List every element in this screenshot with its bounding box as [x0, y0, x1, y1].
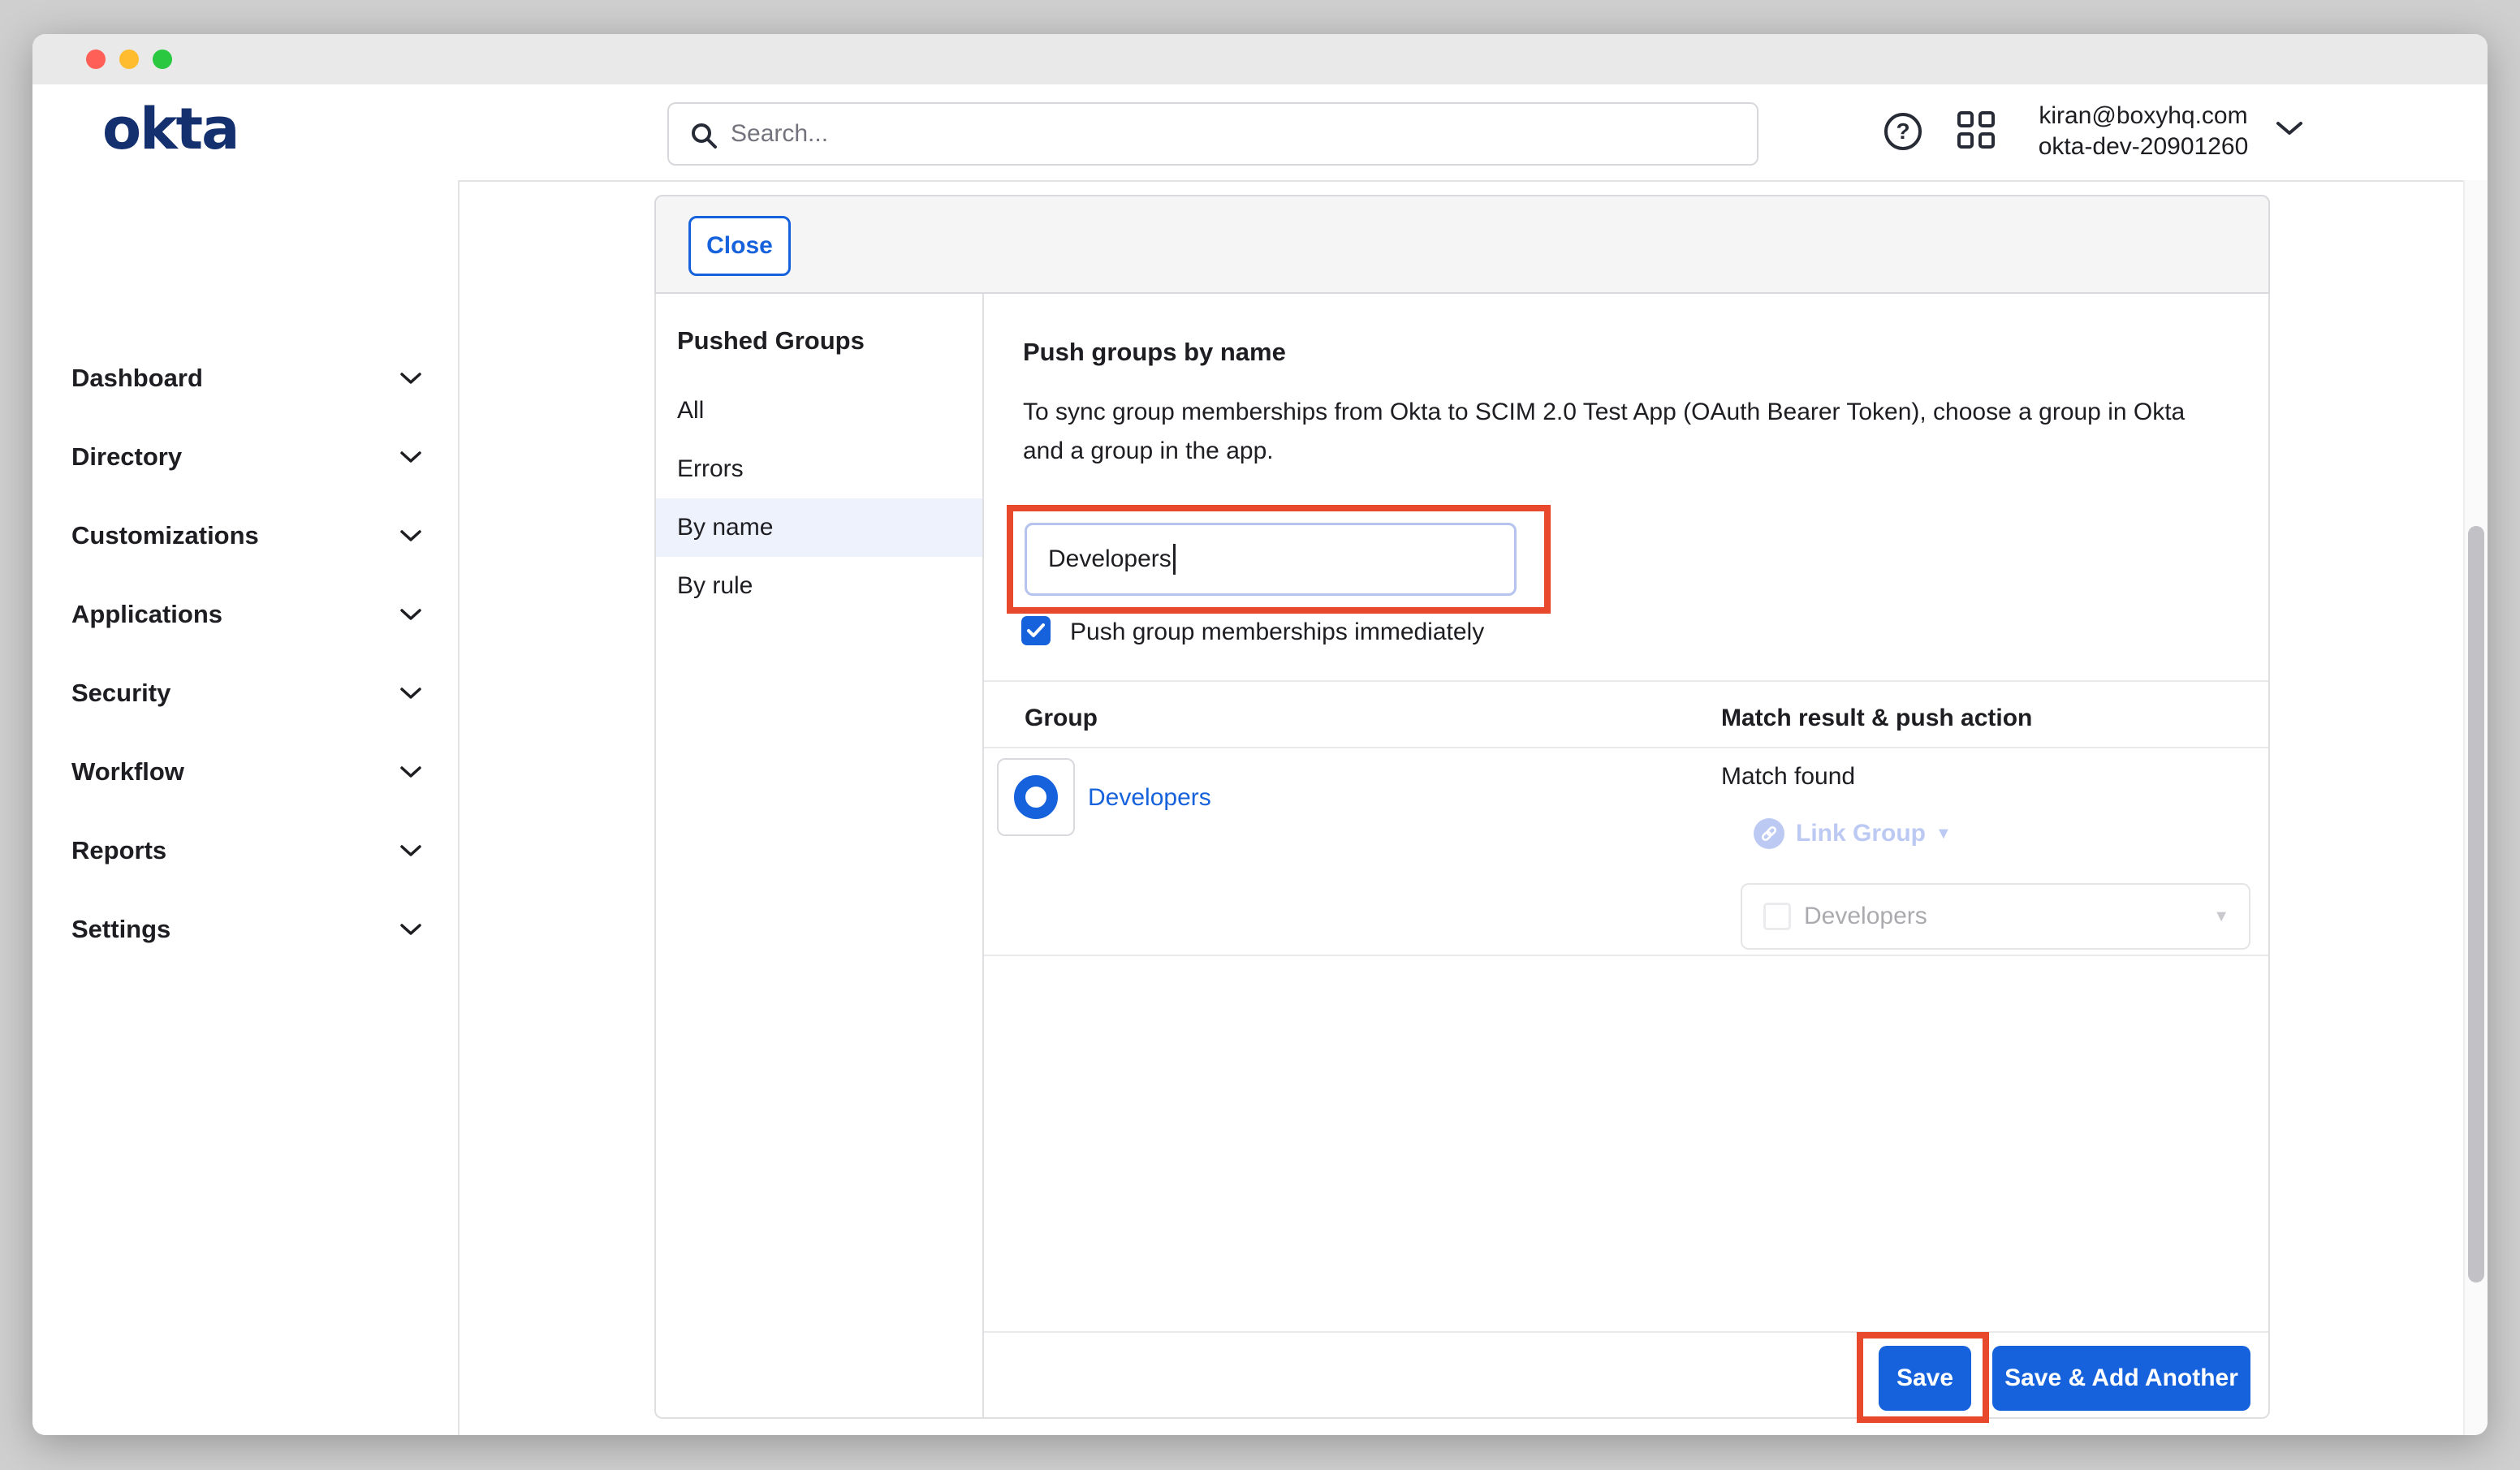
push-immediately-label: Push group memberships immediately [1070, 619, 1484, 646]
sidebar-item-label: Reports [71, 836, 166, 865]
target-group-select[interactable]: Developers ▼ [1741, 883, 2250, 950]
link-icon [1754, 818, 1784, 849]
sidebar-item-customizations[interactable]: Customizations [32, 510, 458, 562]
sidebar-item-directory[interactable]: Directory [32, 431, 458, 483]
sidebar-item-label: Settings [71, 915, 170, 944]
column-header-match: Match result & push action [1721, 705, 2032, 732]
nav-item-label: By name [677, 514, 773, 541]
panel-description: To sync group memberships from Okta to S… [1023, 393, 2224, 471]
nav-item-errors[interactable]: Errors [656, 440, 982, 498]
grid-square [1957, 111, 1974, 127]
chevron-down-icon [399, 372, 422, 385]
sidebar-item-workflow[interactable]: Workflow [32, 746, 458, 798]
grid-square [1957, 132, 1974, 149]
sidebar-item-settings[interactable]: Settings [32, 903, 458, 955]
account-org: okta-dev-20901260 [2022, 131, 2265, 162]
dialog-toolbar: Close [654, 195, 2270, 294]
match-status: Match found [1721, 763, 1855, 791]
pushed-groups-title: Pushed Groups [677, 326, 865, 356]
vertical-scrollbar-thumb[interactable] [2468, 526, 2484, 1282]
nav-item-label: Errors [677, 455, 744, 483]
group-avatar [997, 758, 1075, 836]
close-window-icon[interactable] [86, 50, 106, 69]
check-icon [1026, 623, 1046, 639]
account-email: kiran@boxyhq.com [2022, 101, 2265, 131]
text-caret [1173, 544, 1176, 575]
group-name-input[interactable]: Developers [1025, 523, 1517, 596]
chevron-down-icon [399, 923, 422, 936]
group-placeholder-icon [1763, 903, 1791, 930]
target-group-value: Developers [1804, 903, 1927, 930]
chevron-down-icon [2275, 120, 2304, 140]
nav-item-label: By rule [677, 572, 753, 600]
group-avatar-icon [1014, 775, 1058, 819]
close-button[interactable]: Close [688, 216, 791, 276]
search-input[interactable] [729, 107, 1707, 161]
save-button[interactable]: Save [1879, 1346, 1971, 1411]
help-icon[interactable]: ? [1884, 113, 1922, 150]
chevron-down-icon [399, 608, 422, 621]
sidebar-item-label: Directory [71, 442, 182, 472]
okta-logo: okta [102, 96, 238, 162]
search-icon [690, 122, 718, 149]
main-sidebar: Dashboard Directory Customizations Appli… [32, 180, 460, 1435]
pushed-groups-nav: Pushed Groups All Errors By name By rule [654, 294, 984, 1419]
zoom-window-icon[interactable] [153, 50, 172, 69]
minimize-window-icon[interactable] [119, 50, 139, 69]
grid-square [1978, 111, 1995, 127]
group-name-value: Developers [1048, 545, 1172, 573]
panel-title: Push groups by name [1023, 338, 1286, 367]
footer-divider [984, 1331, 2268, 1333]
caret-down-icon: ▼ [1935, 825, 1952, 843]
chevron-down-icon [399, 844, 422, 857]
app-header: okta ? kiran@boxyhq.com okta-dev-2090126… [32, 84, 2488, 182]
account-menu[interactable]: kiran@boxyhq.com okta-dev-20901260 [2022, 101, 2265, 162]
apps-grid-icon[interactable] [1957, 111, 2000, 153]
search-box [667, 102, 1758, 166]
sidebar-item-security[interactable]: Security [32, 667, 458, 719]
save-add-another-button[interactable]: Save & Add Another [1992, 1346, 2250, 1411]
vertical-scrollbar-track[interactable] [2463, 180, 2488, 1435]
push-groups-dialog: Close Pushed Groups All Errors By name B… [654, 195, 2270, 1419]
window-titlebar [32, 34, 2488, 84]
sidebar-item-label: Dashboard [71, 364, 203, 393]
sidebar-item-reports[interactable]: Reports [32, 825, 458, 877]
help-glyph: ? [1896, 119, 1909, 144]
link-group-button[interactable]: Link Group ▼ [1754, 818, 1952, 849]
table-header-divider [984, 747, 2268, 748]
nav-item-label: All [677, 397, 704, 425]
save-add-another-label: Save & Add Another [2004, 1364, 2238, 1392]
sidebar-item-applications[interactable]: Applications [32, 588, 458, 640]
chevron-down-icon [399, 765, 422, 778]
table-top-divider [984, 680, 2268, 682]
close-button-label: Close [706, 232, 773, 260]
push-immediately-checkbox[interactable] [1021, 616, 1051, 645]
sidebar-item-label: Security [71, 679, 170, 708]
column-header-group: Group [1025, 705, 1098, 732]
link-group-label: Link Group [1796, 820, 1926, 847]
group-name-link[interactable]: Developers [1088, 784, 1211, 812]
chevron-down-icon [399, 529, 422, 542]
push-by-name-panel: Push groups by name To sync group member… [984, 294, 2270, 1419]
caret-down-icon: ▼ [2213, 907, 2229, 926]
chevron-down-icon [399, 450, 422, 463]
chevron-down-icon [399, 687, 422, 700]
nav-item-by-rule[interactable]: By rule [656, 557, 982, 615]
grid-square [1978, 132, 1995, 149]
table-row-divider [984, 955, 2268, 956]
save-button-label: Save [1896, 1364, 1953, 1392]
nav-item-all[interactable]: All [656, 382, 982, 440]
browser-window: okta ? kiran@boxyhq.com okta-dev-2090126… [32, 34, 2488, 1435]
sidebar-item-dashboard[interactable]: Dashboard [32, 352, 458, 404]
sidebar-item-label: Customizations [71, 521, 259, 550]
nav-item-by-name[interactable]: By name [656, 498, 982, 557]
sidebar-item-label: Workflow [71, 757, 184, 787]
sidebar-item-label: Applications [71, 600, 222, 629]
